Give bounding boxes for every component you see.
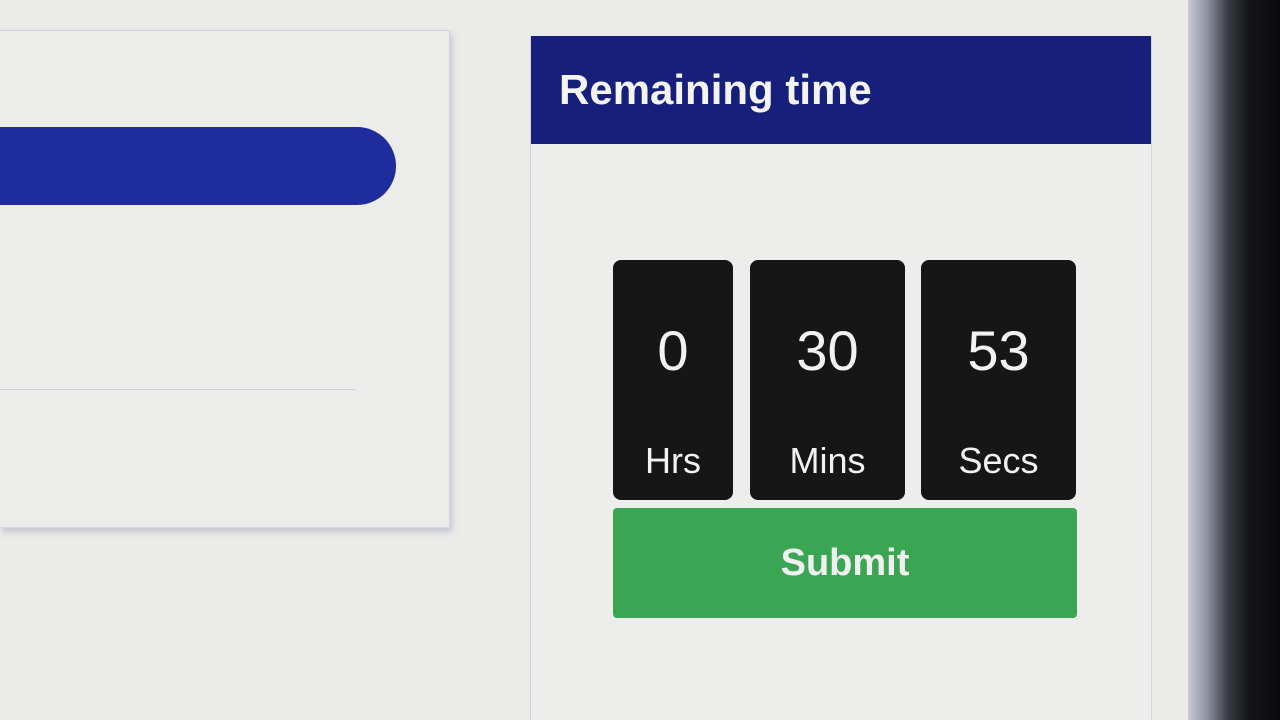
hours-value: 0	[657, 319, 689, 382]
question-panel	[0, 30, 450, 528]
screen-bezel	[1188, 0, 1280, 720]
remaining-time-panel: Remaining time 0 Hrs 30 Mins 53 Secs Sub…	[530, 36, 1152, 720]
submit-button[interactable]: Submit	[613, 508, 1077, 618]
progress-bar	[0, 127, 396, 205]
minutes-box: 30 Mins	[750, 260, 905, 500]
minutes-label: Mins	[789, 440, 866, 481]
divider	[0, 389, 355, 390]
seconds-box: 53 Secs	[921, 260, 1076, 500]
seconds-label: Secs	[958, 440, 1039, 481]
seconds-value: 53	[967, 319, 1030, 382]
hours-box: 0 Hrs	[613, 260, 733, 500]
minutes-value: 30	[796, 319, 859, 382]
hours-label: Hrs	[645, 440, 701, 481]
timer-title: Remaining time	[559, 66, 872, 113]
timer-header: Remaining time	[531, 36, 1151, 144]
